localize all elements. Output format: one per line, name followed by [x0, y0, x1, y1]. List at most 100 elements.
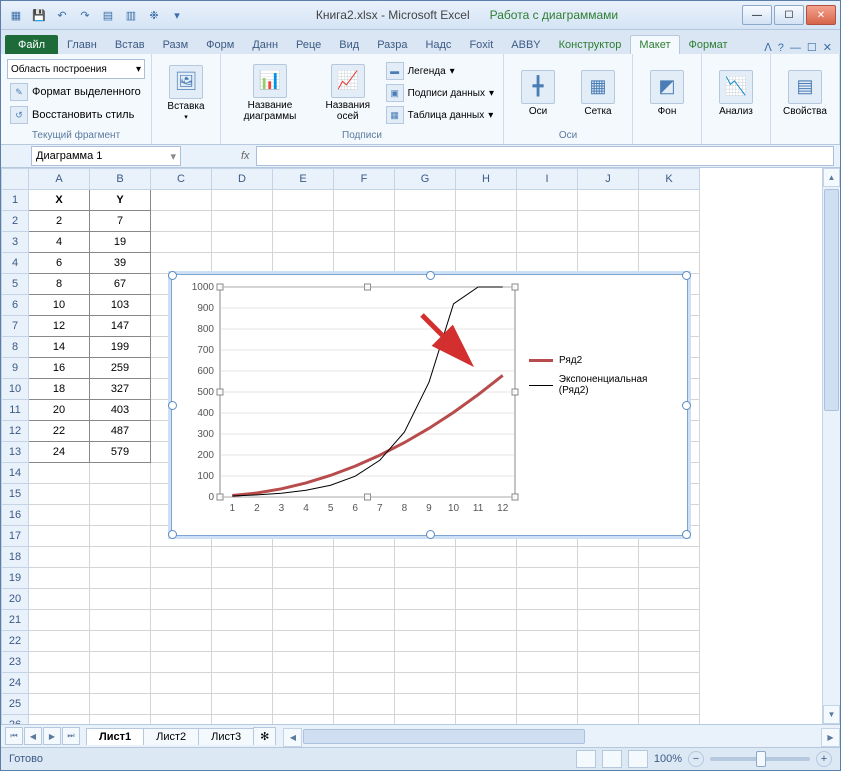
column-header[interactable]: K [639, 169, 700, 190]
cell[interactable] [90, 589, 151, 610]
cell[interactable]: 2 [29, 211, 90, 232]
cell[interactable] [456, 211, 517, 232]
cell[interactable] [151, 652, 212, 673]
zoom-level[interactable]: 100% [654, 753, 682, 765]
cell[interactable]: 14 [29, 337, 90, 358]
cell[interactable] [456, 694, 517, 715]
row-header[interactable]: 15 [2, 484, 29, 505]
cell[interactable] [151, 715, 212, 725]
sheet-nav-last[interactable]: ⏭ [62, 727, 80, 745]
cell[interactable] [29, 715, 90, 725]
legend-button[interactable]: ▬Легенда ▾ [383, 61, 497, 81]
cell[interactable] [151, 253, 212, 274]
cell[interactable]: 8 [29, 274, 90, 295]
cell[interactable] [578, 694, 639, 715]
row-header[interactable]: 21 [2, 610, 29, 631]
scroll-down-button[interactable]: ▼ [823, 705, 840, 724]
chart-legend[interactable]: Ряд2 Экспоненциальная (Ряд2) [529, 355, 679, 404]
row-header[interactable]: 24 [2, 673, 29, 694]
cell[interactable] [578, 253, 639, 274]
cell[interactable]: 579 [90, 442, 151, 463]
row-header[interactable]: 4 [2, 253, 29, 274]
cell[interactable] [212, 694, 273, 715]
view-pagebreak-button[interactable] [628, 750, 648, 768]
cell[interactable] [395, 652, 456, 673]
cell[interactable]: 22 [29, 421, 90, 442]
zoom-slider[interactable] [710, 757, 810, 761]
cell[interactable] [151, 631, 212, 652]
cell[interactable]: 16 [29, 358, 90, 379]
cell[interactable] [212, 547, 273, 568]
cell[interactable] [395, 253, 456, 274]
cell[interactable] [456, 232, 517, 253]
cell[interactable] [334, 547, 395, 568]
cell[interactable]: X [29, 190, 90, 211]
format-selection-button[interactable]: ✎Формат выделенного [7, 82, 145, 102]
cell[interactable] [395, 694, 456, 715]
cell[interactable] [578, 610, 639, 631]
sheet-tab[interactable]: Лист1 [86, 728, 144, 745]
tab-home[interactable]: Главн [58, 35, 106, 54]
row-header[interactable]: 2 [2, 211, 29, 232]
cell[interactable] [212, 190, 273, 211]
column-header[interactable]: J [578, 169, 639, 190]
cell[interactable] [517, 211, 578, 232]
cell[interactable] [639, 694, 700, 715]
cell[interactable] [639, 589, 700, 610]
background-button[interactable]: ◩Фон [639, 68, 695, 119]
undo-icon[interactable]: ↶ [51, 4, 73, 26]
help-icon[interactable]: ? [778, 42, 784, 54]
cell[interactable] [151, 610, 212, 631]
analysis-button[interactable]: 📉Анализ [708, 68, 764, 119]
column-header[interactable]: B [90, 169, 151, 190]
cell[interactable]: 4 [29, 232, 90, 253]
row-header[interactable]: 1 [2, 190, 29, 211]
qa-icon[interactable]: ▥ [120, 4, 142, 26]
row-header[interactable]: 12 [2, 421, 29, 442]
sheet-tab[interactable]: Лист2 [143, 728, 199, 745]
cell[interactable] [578, 568, 639, 589]
cell[interactable] [578, 673, 639, 694]
cell[interactable] [212, 631, 273, 652]
cell[interactable] [273, 253, 334, 274]
cell[interactable] [578, 631, 639, 652]
tab-foxit[interactable]: Foxit [460, 35, 502, 54]
tab-view[interactable]: Вид [330, 35, 368, 54]
cell[interactable] [273, 190, 334, 211]
column-header[interactable]: D [212, 169, 273, 190]
cell[interactable] [395, 547, 456, 568]
cell[interactable] [29, 547, 90, 568]
worksheet-grid[interactable]: ABCDEFGHIJK1XY22734194639586761010371214… [1, 168, 822, 724]
cell[interactable] [517, 652, 578, 673]
cell[interactable] [517, 631, 578, 652]
new-sheet-button[interactable]: ✻ [253, 727, 276, 745]
resize-handle[interactable] [426, 271, 435, 280]
resize-handle[interactable] [682, 530, 691, 539]
column-header[interactable]: E [273, 169, 334, 190]
cell[interactable] [29, 694, 90, 715]
cell[interactable] [639, 610, 700, 631]
cell[interactable]: 67 [90, 274, 151, 295]
row-header[interactable]: 7 [2, 316, 29, 337]
tab-format[interactable]: Формат [680, 35, 737, 54]
axes-button[interactable]: ╋Оси [510, 68, 566, 119]
cell[interactable]: 103 [90, 295, 151, 316]
minimize-ribbon-icon[interactable]: ᐱ [764, 41, 772, 54]
tab-addins[interactable]: Надс [416, 35, 460, 54]
cell[interactable]: 7 [90, 211, 151, 232]
tab-review[interactable]: Реце [287, 35, 330, 54]
cell[interactable] [578, 211, 639, 232]
cell[interactable] [517, 694, 578, 715]
cell[interactable] [517, 232, 578, 253]
cell[interactable] [90, 463, 151, 484]
cell[interactable] [273, 631, 334, 652]
cell[interactable] [334, 589, 395, 610]
qa-icon[interactable]: ▤ [97, 4, 119, 26]
cell[interactable] [456, 631, 517, 652]
cell[interactable] [334, 694, 395, 715]
sheet-nav-prev[interactable]: ◀ [24, 727, 42, 745]
cell[interactable] [334, 211, 395, 232]
insert-button[interactable]: 🖼 Вставка▾ [158, 63, 214, 124]
scroll-thumb[interactable] [824, 189, 839, 411]
cell[interactable] [395, 568, 456, 589]
